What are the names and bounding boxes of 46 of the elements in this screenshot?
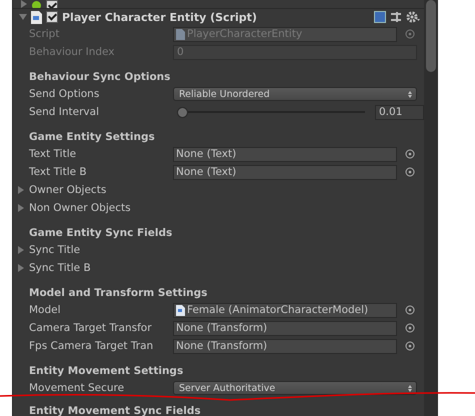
script-file-icon	[31, 10, 42, 24]
dropdown[interactable]: Reliable Unordered	[173, 87, 417, 101]
object-field[interactable]: Female (AnimatorCharacterModel)	[173, 302, 397, 318]
presets-icon[interactable]	[390, 11, 402, 23]
field-label: Send Interval	[28, 106, 100, 118]
field-label: Text Title	[28, 148, 78, 160]
section-heading: Model and Transform Settings	[29, 286, 208, 301]
number-field[interactable]: 0.01	[375, 104, 424, 120]
object-field[interactable]: None (Transform)	[173, 320, 397, 336]
object-field[interactable]: None (Transform)	[173, 338, 397, 354]
field-label: Text Title B	[28, 166, 88, 178]
foldout-label[interactable]: Sync Title B	[29, 262, 91, 274]
field-label: Movement Secure	[28, 382, 126, 394]
foldout-label[interactable]: Owner Objects	[29, 184, 106, 196]
section-heading: Behaviour Sync Options	[29, 70, 170, 85]
dropdown-arrow-icon	[408, 384, 412, 392]
field-label: Fps Camera Target Tran	[28, 340, 154, 352]
field-label: Script	[28, 28, 60, 40]
section-heading: Entity Movement Sync Fields	[29, 404, 201, 416]
foldout-label[interactable]: Non Owner Objects	[29, 202, 131, 214]
foldout-arrow-icon[interactable]	[18, 204, 24, 212]
foldout-arrow-icon[interactable]	[18, 264, 24, 272]
foldout-label[interactable]: Sync Title	[29, 244, 80, 256]
settings-icon[interactable]	[406, 11, 420, 23]
collider-icon	[32, 1, 41, 8]
section-heading: Game Entity Sync Fields	[29, 226, 172, 241]
object-field[interactable]: None (Text)	[173, 164, 397, 180]
section-heading: Game Entity Settings	[29, 130, 155, 145]
foldout-arrow-icon[interactable]	[18, 246, 24, 254]
script-file-icon	[176, 304, 185, 316]
dropdown-arrow-icon	[408, 90, 412, 98]
dropdown[interactable]: Server Authoritative	[173, 381, 417, 395]
field-label: Behaviour Index	[28, 46, 116, 58]
field-label: Camera Target Transfor	[28, 322, 153, 334]
index-field: 0	[173, 44, 417, 60]
field-label: Model	[28, 304, 62, 316]
object-picker-icon[interactable]	[405, 29, 415, 39]
enable-checkbox[interactable]	[46, 11, 58, 23]
foldout-arrow-icon[interactable]	[18, 186, 24, 194]
field-label: Send Options	[28, 88, 100, 100]
section-heading: Entity Movement Settings	[29, 364, 184, 379]
script-file-icon	[176, 28, 185, 40]
scrollbar-thumb[interactable]	[426, 0, 436, 72]
component-title: Player Character Entity (Script)	[62, 10, 257, 24]
slider-thumb[interactable]	[177, 106, 188, 118]
object-field[interactable]: None (Text)	[173, 146, 397, 162]
